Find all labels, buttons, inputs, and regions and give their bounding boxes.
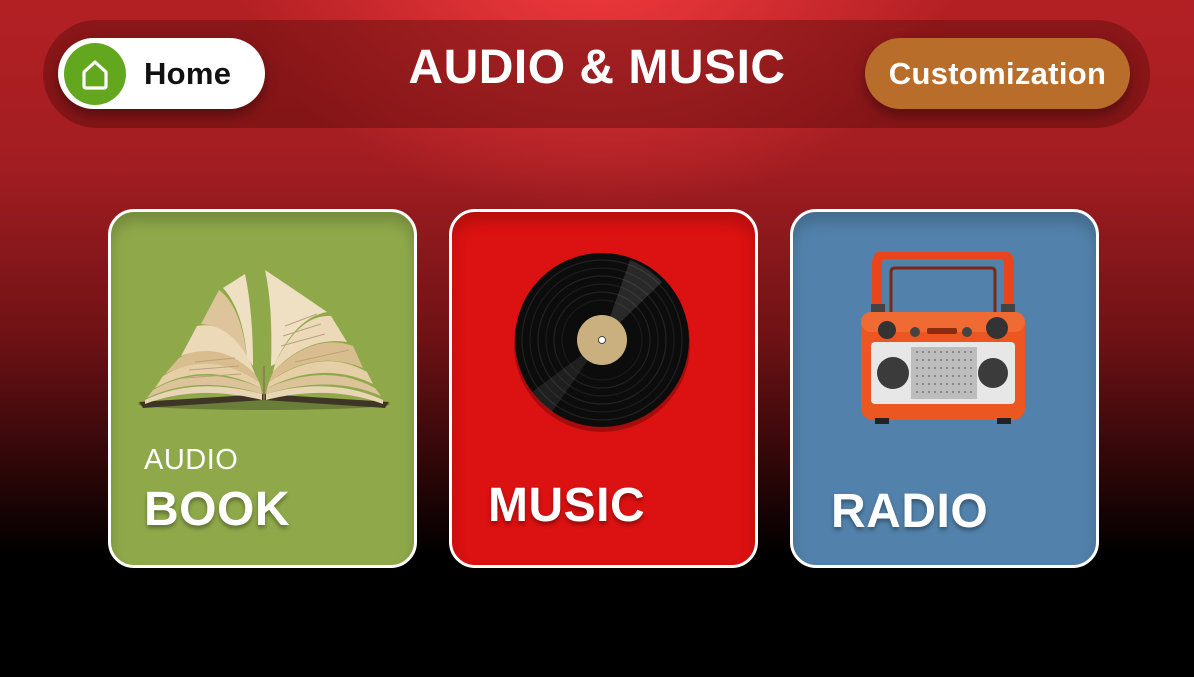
page-title: AUDIO & MUSIC (408, 41, 786, 94)
radio-icon (861, 252, 1025, 424)
audio-book-card[interactable]: AUDIO BOOK (108, 209, 417, 568)
home-label: Home (144, 55, 232, 91)
home-icon (64, 42, 126, 105)
vinyl-record-icon (514, 253, 690, 432)
music-card[interactable]: MUSIC (449, 209, 758, 568)
music-label: MUSIC (488, 479, 646, 532)
open-book-icon (138, 270, 390, 410)
customization-button[interactable]: Customization (865, 38, 1130, 109)
audio-book-small-label: AUDIO (144, 444, 239, 476)
radio-label: RADIO (831, 485, 989, 538)
home-button[interactable]: Home (58, 38, 265, 109)
audio-book-label: BOOK (144, 483, 290, 536)
radio-card[interactable]: RADIO (790, 209, 1099, 568)
